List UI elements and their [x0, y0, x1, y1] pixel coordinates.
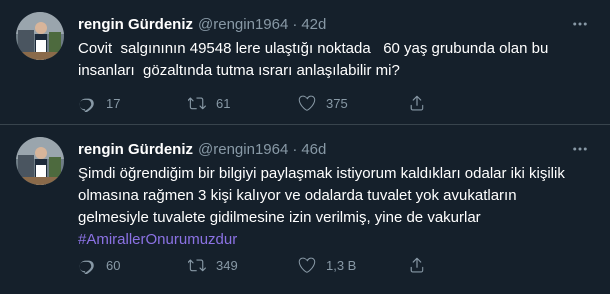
reply-icon [79, 98, 94, 112]
retweet-count: 61 [216, 95, 231, 111]
display-name[interactable]: rengin Gürdeniz [78, 141, 193, 158]
tweet-actions: 60 349 1,3 B [78, 254, 518, 276]
reply-count: 60 [106, 257, 121, 273]
share-icon [410, 95, 424, 111]
retweet-count: 349 [216, 257, 238, 273]
tweet-text: Covit salgınının 49548 lere ulaştığı nok… [78, 40, 553, 79]
like-icon [298, 95, 316, 111]
reply-icon [79, 260, 94, 274]
retweet-icon [188, 259, 206, 272]
separator: · [292, 140, 298, 158]
reply-button[interactable]: 60 [78, 256, 188, 274]
share-button[interactable] [408, 256, 518, 274]
tweet-time[interactable]: 42d [301, 16, 326, 33]
display-name[interactable]: rengin Gürdeniz [78, 16, 193, 33]
tweet[interactable]: rengin Gürdeniz @rengin1964 · 46d Şimdi … [0, 125, 610, 294]
tweet-body: Şimdi öğrendiğim bir bilgiyi paylaşmak i… [78, 165, 569, 226]
like-icon [298, 257, 316, 273]
hashtag-link[interactable]: #AmirallerOnurumuzdur [78, 229, 590, 251]
share-button[interactable] [408, 94, 518, 112]
tweet-actions: 17 61 375 [78, 92, 518, 114]
tweet-text: Şimdi öğrendiğim bir bilgiyi paylaşmak i… [78, 163, 590, 251]
separator: · [292, 15, 298, 33]
tweet[interactable]: rengin Gürdeniz @rengin1964 · 42d Covit … [0, 0, 610, 125]
reply-button[interactable]: 17 [78, 94, 188, 112]
user-handle[interactable]: @rengin1964 [198, 141, 288, 158]
tweet-header: rengin Gürdeniz @rengin1964 · 46d [78, 139, 326, 159]
more-icon[interactable] [570, 14, 590, 34]
avatar[interactable] [16, 12, 64, 60]
like-count: 1,3 B [326, 257, 357, 273]
avatar[interactable] [16, 137, 64, 185]
user-handle[interactable]: @rengin1964 [198, 16, 288, 33]
share-icon [410, 257, 424, 273]
more-icon[interactable] [570, 139, 590, 159]
like-count: 375 [326, 95, 348, 111]
tweet-time[interactable]: 46d [301, 141, 326, 158]
tweet-header: rengin Gürdeniz @rengin1964 · 42d [78, 14, 326, 34]
retweet-icon [188, 97, 206, 110]
like-button[interactable]: 375 [298, 94, 408, 112]
like-button[interactable]: 1,3 B [298, 256, 408, 274]
retweet-button[interactable]: 61 [188, 94, 298, 112]
retweet-button[interactable]: 349 [188, 256, 298, 274]
reply-count: 17 [106, 95, 121, 111]
